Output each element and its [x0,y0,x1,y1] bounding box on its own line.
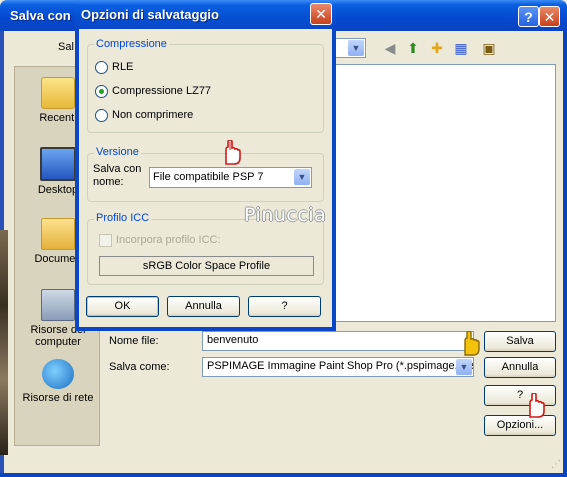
save-type-select[interactable]: PSPIMAGE Immagine Paint Shop Pro (*.pspi… [202,357,474,377]
version-group-label: Versione [94,146,141,158]
save-type-label: Salva come: [109,361,170,373]
chevron-down-icon: ▼ [348,40,364,56]
radio-label[interactable]: RLE [112,61,133,73]
icc-profile-button[interactable]: sRGB Color Space Profile [99,256,314,276]
file-list[interactable] [334,64,556,322]
filename-input[interactable]: benvenuto [202,331,474,351]
version-save-as-label: Salva con nome: [93,163,142,188]
radio-lz77[interactable] [95,85,108,98]
back-icon[interactable]: ◀ [381,39,399,57]
views-menu-icon[interactable]: ▦ [452,39,470,57]
window-frame-bottom [0,473,567,477]
chevron-down-icon: ▼ [294,169,310,185]
window-frame-right [563,31,567,477]
close-icon[interactable]: ✕ [310,3,332,25]
pointing-hand-icon [529,393,545,418]
icc-group-label: Profilo ICC [94,212,152,224]
help-button[interactable]: ? [248,296,321,317]
embed-icc-checkbox[interactable] [99,234,112,247]
save-type-value: PSPIMAGE Immagine Paint Shop Pro (*.pspi… [207,360,474,372]
filename-label: Nome file: [109,335,159,347]
place-label: Recenti [39,112,77,124]
radio-no-compression[interactable] [95,109,108,122]
cancel-button[interactable]: Annulla [484,357,556,378]
radio-label[interactable]: Non comprimere [112,109,193,121]
background-photo-edge [0,230,8,455]
compression-group-label: Compressione [94,38,169,50]
pointing-hand-icon [464,331,480,356]
pointing-hand-icon [225,140,241,165]
version-select[interactable]: File compatibile PSP 7 ▼ [149,167,312,188]
close-titlebar-button[interactable]: ✕ [539,6,560,27]
tools-icon[interactable]: ▣ [480,39,498,57]
help-titlebar-button[interactable]: ? [518,6,539,27]
save-button[interactable]: Salva [484,331,556,352]
place-network[interactable]: Risorse di rete [15,359,101,404]
radio-label[interactable]: Compressione LZ77 [112,85,211,97]
place-label: Desktop [37,184,79,196]
place-label: Risorse di rete [22,392,94,404]
recent-folder-icon [41,77,75,109]
save-in-label: Sal [58,41,74,53]
radio-rle[interactable] [95,61,108,74]
watermark-text: Pinuccia [244,204,327,226]
save-as-title: Salva con [10,8,71,23]
version-select-value: File compatibile PSP 7 [153,171,264,183]
chevron-down-icon: ▼ [456,359,472,375]
cancel-button[interactable]: Annulla [167,296,240,317]
resize-grip-icon[interactable]: ⋰ [551,459,561,470]
my-computer-icon [41,289,75,321]
new-folder-icon[interactable]: ✚ [428,39,446,57]
documents-icon [41,218,75,250]
options-title: Opzioni di salvataggio [81,7,219,22]
desktop-icon [40,147,76,181]
ok-button[interactable]: OK [86,296,159,317]
up-folder-icon[interactable]: ⬆ [404,39,422,57]
network-places-icon [42,359,74,389]
embed-icc-label: Incorpora profilo ICC: [116,234,221,246]
